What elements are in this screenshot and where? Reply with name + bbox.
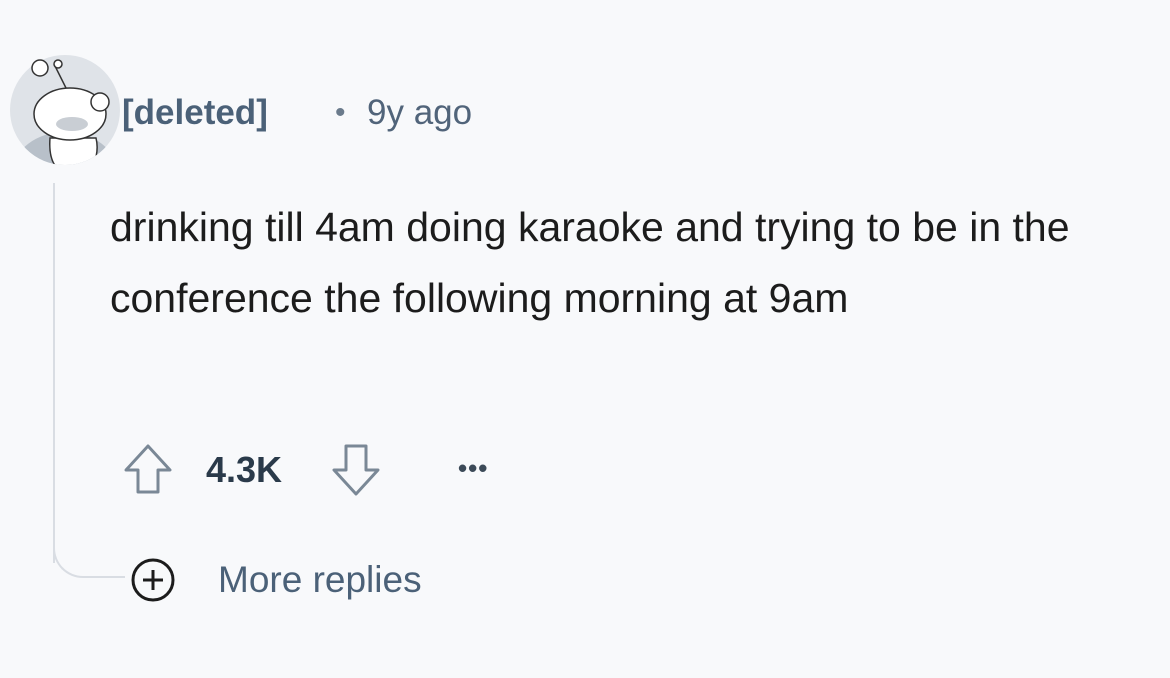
- comment-body: drinking till 4am doing karaoke and tryi…: [110, 204, 1070, 321]
- comment: [deleted] • 9y ago drinking till 4am doi…: [0, 0, 1170, 678]
- timestamp[interactable]: 9y ago: [367, 91, 472, 135]
- thread-line[interactable]: [53, 183, 55, 563]
- downvote-button[interactable]: [326, 442, 386, 498]
- meta-separator: •: [335, 96, 346, 129]
- avatar[interactable]: [10, 54, 120, 166]
- comment-actions: 4.3K •••: [118, 442, 538, 498]
- snoo-avatar-icon: [10, 55, 120, 165]
- arrow-up-icon: [124, 444, 172, 494]
- more-options-button[interactable]: •••: [458, 447, 488, 489]
- author-name[interactable]: [deleted]: [122, 91, 268, 135]
- plus-circle-icon: [131, 558, 175, 602]
- upvote-button[interactable]: [118, 442, 178, 498]
- vote-score: 4.3K: [206, 449, 283, 490]
- more-replies-label: More replies: [218, 559, 422, 600]
- arrow-down-icon: [332, 444, 380, 496]
- thread-connector: [53, 534, 125, 578]
